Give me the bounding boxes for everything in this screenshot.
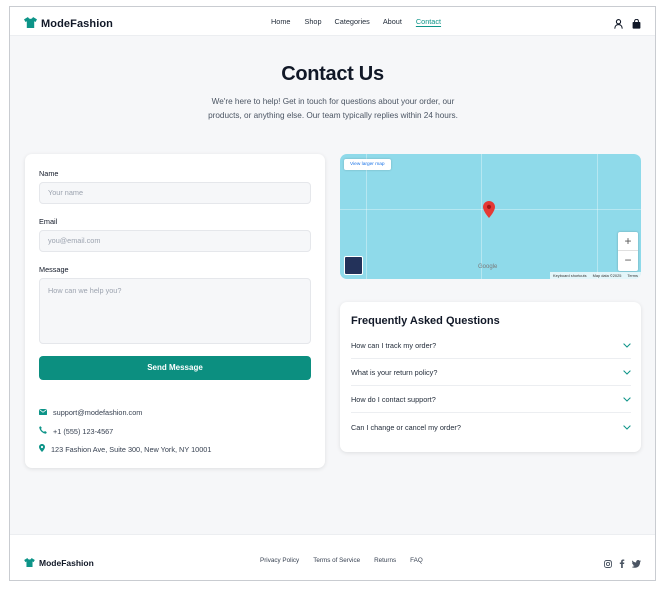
page-title: Contact Us bbox=[281, 63, 384, 85]
header-actions bbox=[614, 16, 641, 34]
view-larger-map-link[interactable]: View larger map bbox=[344, 159, 391, 170]
message-label: Message bbox=[39, 265, 69, 274]
brand-logo[interactable]: ModeFashion bbox=[24, 15, 113, 33]
location-pin-icon bbox=[39, 444, 45, 454]
map-embed[interactable]: View larger map + − Google Keyboard shor… bbox=[340, 154, 641, 279]
google-logo: Google bbox=[478, 264, 498, 270]
map-road bbox=[597, 154, 598, 279]
chevron-down-icon bbox=[623, 395, 631, 404]
name-field[interactable]: Your name bbox=[39, 182, 311, 204]
contact-phone-row: +1 (555) 123-4567 bbox=[39, 426, 113, 436]
faq-item[interactable]: What is your return policy? bbox=[351, 360, 631, 386]
footer-links: Privacy Policy Terms of Service Returns … bbox=[260, 557, 423, 564]
facebook-icon[interactable] bbox=[619, 555, 625, 573]
footer-link-faq[interactable]: FAQ bbox=[410, 557, 423, 564]
shopping-bag-icon[interactable] bbox=[632, 16, 641, 34]
envelope-icon bbox=[39, 408, 47, 417]
faq-question: What is your return policy? bbox=[351, 368, 438, 377]
contact-email[interactable]: support@modefashion.com bbox=[53, 408, 142, 417]
main-nav: Home Shop Categories About Contact bbox=[271, 17, 441, 26]
phone-icon bbox=[39, 426, 47, 436]
social-links bbox=[604, 555, 641, 573]
map-pin-icon[interactable] bbox=[483, 201, 495, 223]
page-subtitle: We're here to help! Get in touch for que… bbox=[208, 97, 458, 120]
footer-brand[interactable]: ModeFashion bbox=[24, 554, 94, 572]
chevron-down-icon bbox=[623, 423, 631, 432]
email-label: Email bbox=[39, 217, 58, 226]
nav-categories[interactable]: Categories bbox=[335, 17, 370, 26]
keyboard-shortcuts-link[interactable]: Keyboard shortcuts bbox=[553, 273, 587, 278]
map-road bbox=[366, 154, 367, 279]
nav-about[interactable]: About bbox=[383, 17, 402, 26]
footer-link-returns[interactable]: Returns bbox=[374, 557, 396, 564]
nav-contact[interactable]: Contact bbox=[416, 17, 441, 26]
map-data-text: Map data ©2025 bbox=[592, 273, 622, 278]
faq-item[interactable]: How can I track my order? bbox=[351, 333, 631, 359]
user-icon[interactable] bbox=[614, 16, 623, 34]
footer: ModeFashion Privacy Policy Terms of Serv… bbox=[10, 534, 655, 580]
faq-question: How can I track my order? bbox=[351, 341, 437, 350]
map-terms-link[interactable]: Terms bbox=[627, 273, 638, 278]
faq-item[interactable]: How do I contact support? bbox=[351, 387, 631, 413]
faq-title: Frequently Asked Questions bbox=[351, 315, 500, 327]
map-zoom-controls: + − bbox=[618, 232, 638, 271]
map-type-toggle[interactable] bbox=[344, 256, 363, 275]
map-attribution: Keyboard shortcuts Map data ©2025 Terms bbox=[550, 272, 641, 279]
faq-question: How do I contact support? bbox=[351, 395, 436, 404]
footer-link-terms[interactable]: Terms of Service bbox=[313, 557, 360, 564]
nav-shop[interactable]: Shop bbox=[304, 17, 321, 26]
footer-link-privacy[interactable]: Privacy Policy bbox=[260, 557, 299, 564]
map-road bbox=[481, 154, 482, 279]
contact-phone[interactable]: +1 (555) 123-4567 bbox=[53, 427, 113, 436]
message-field[interactable]: How can we help you? bbox=[39, 278, 311, 344]
tshirt-icon bbox=[24, 554, 35, 572]
faq-card: Frequently Asked Questions How can I tra… bbox=[340, 302, 641, 452]
name-label: Name bbox=[39, 169, 59, 178]
twitter-icon[interactable] bbox=[631, 555, 641, 573]
faq-question: Can I change or cancel my order? bbox=[351, 422, 461, 432]
instagram-icon[interactable] bbox=[604, 555, 612, 573]
zoom-out-button[interactable]: − bbox=[618, 251, 638, 270]
chevron-down-icon bbox=[623, 368, 631, 377]
contact-form-card: Name Your name Email you@email.com Messa… bbox=[25, 154, 325, 468]
nav-home[interactable]: Home bbox=[271, 17, 290, 26]
tshirt-icon bbox=[24, 15, 37, 33]
brand-name: ModeFashion bbox=[41, 18, 113, 30]
footer-brand-name: ModeFashion bbox=[39, 558, 94, 568]
contact-address: 123 Fashion Ave, Suite 300, New York, NY… bbox=[51, 444, 212, 454]
faq-item[interactable]: Can I change or cancel my order? bbox=[351, 414, 631, 440]
contact-email-row: support@modefashion.com bbox=[39, 408, 142, 417]
page: ModeFashion Home Shop Categories About C… bbox=[9, 6, 656, 581]
email-field[interactable]: you@email.com bbox=[39, 230, 311, 252]
contact-address-row: 123 Fashion Ave, Suite 300, New York, NY… bbox=[39, 444, 211, 454]
header: ModeFashion Home Shop Categories About C… bbox=[10, 7, 655, 36]
chevron-down-icon bbox=[623, 341, 631, 350]
zoom-in-button[interactable]: + bbox=[618, 232, 638, 251]
send-message-button[interactable]: Send Message bbox=[39, 356, 311, 380]
